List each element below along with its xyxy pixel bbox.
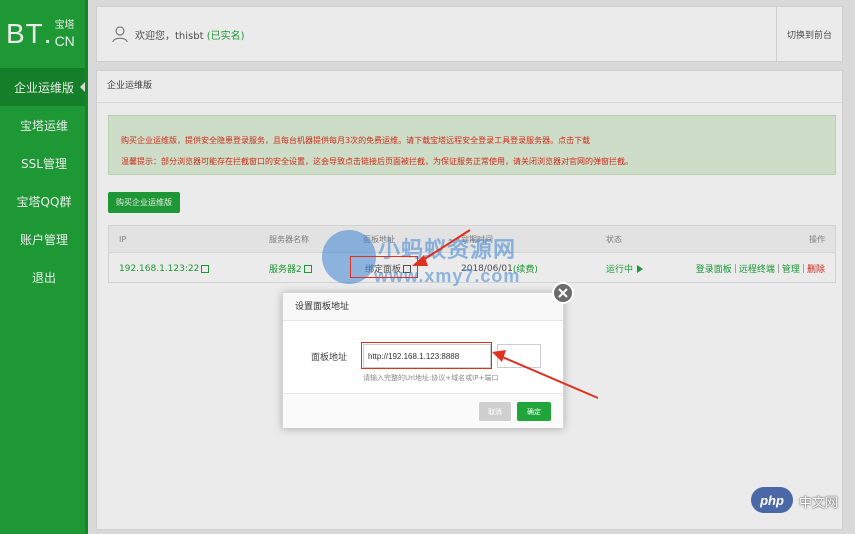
dialog-title: 设置面板地址 — [283, 293, 563, 321]
php-logo: php — [751, 487, 793, 513]
close-icon[interactable] — [552, 282, 574, 304]
panel-address-label: 面板地址 — [311, 353, 348, 363]
set-panel-address-dialog: 设置面板地址 面板地址 请输入完整的Url地址:协议+域名或IP+端口 取消 确… — [282, 282, 574, 428]
annotation-highlight-bind-panel — [350, 256, 418, 278]
site-name: 中文网 — [799, 496, 839, 511]
dialog-footer: 取消 确定 — [283, 393, 563, 428]
extra-input[interactable] — [497, 344, 541, 368]
confirm-button[interactable]: 确定 — [517, 402, 551, 421]
panel-address-input[interactable] — [363, 344, 491, 368]
cancel-button[interactable]: 取消 — [479, 402, 511, 421]
input-hint: 请输入完整的Url地址:协议+域名或IP+端口 — [363, 374, 499, 382]
